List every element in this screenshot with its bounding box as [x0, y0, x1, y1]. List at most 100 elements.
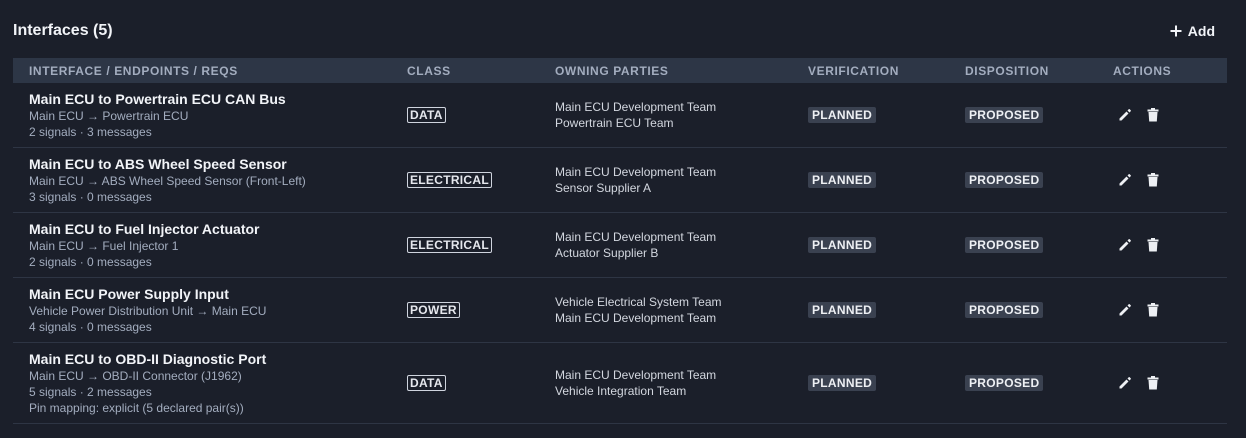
verification-badge: PLANNED	[808, 375, 877, 391]
add-button-label: Add	[1187, 23, 1215, 39]
verification-cell: PLANNED	[808, 171, 965, 189]
owning-party: Main ECU Development Team	[555, 100, 717, 114]
owners-cell: Main ECU Development Team Actuator Suppl…	[555, 229, 808, 261]
verification-badge: PLANNED	[808, 172, 877, 188]
owning-party: Actuator Supplier B	[555, 246, 659, 260]
disposition-badge: PROPOSED	[965, 172, 1044, 188]
plus-icon	[1170, 25, 1182, 37]
table-header: INTERFACE / ENDPOINTS / REQS CLASS OWNIN…	[13, 58, 1227, 83]
panel-title: Interfaces (5)	[13, 22, 113, 39]
interface-name: Main ECU to Fuel Injector Actuator	[29, 220, 260, 237]
disposition-cell: PROPOSED	[965, 374, 1113, 392]
edit-button[interactable]	[1117, 172, 1133, 188]
delete-button[interactable]	[1145, 302, 1161, 318]
interface-cell: Main ECU to OBD-II Diagnostic Port Main …	[13, 351, 407, 416]
owning-party: Main ECU Development Team	[555, 311, 717, 325]
verification-badge: PLANNED	[808, 107, 877, 123]
interface-endpoints: Main ECU → Fuel Injector 1	[29, 238, 179, 253]
interfaces-panel: Interfaces (5) Add INTERFACE / ENDPOINTS…	[0, 0, 1246, 438]
table-row: Main ECU Power Supply Input Vehicle Powe…	[13, 278, 1227, 343]
interface-name: Main ECU to Powertrain ECU CAN Bus	[29, 90, 286, 107]
trash-icon	[1147, 108, 1159, 122]
disposition-badge: PROPOSED	[965, 375, 1044, 391]
verification-cell: PLANNED	[808, 236, 965, 254]
pencil-icon	[1119, 377, 1131, 389]
panel-header: Interfaces (5) Add	[13, 20, 1222, 42]
pencil-icon	[1119, 239, 1131, 251]
delete-button[interactable]	[1145, 375, 1161, 391]
table-row: Main ECU to Fuel Injector Actuator Main …	[13, 213, 1227, 278]
verification-cell: PLANNED	[808, 301, 965, 319]
interface-endpoints: Vehicle Power Distribution Unit → Main E…	[29, 303, 267, 318]
delete-button[interactable]	[1145, 172, 1161, 188]
class-badge: ELECTRICAL	[407, 237, 492, 253]
verification-badge: PLANNED	[808, 302, 877, 318]
trash-icon	[1147, 173, 1159, 187]
add-interface-button[interactable]: Add	[1170, 23, 1215, 39]
disposition-cell: PROPOSED	[965, 236, 1113, 254]
trash-icon	[1147, 238, 1159, 252]
actions-cell	[1113, 237, 1227, 253]
owning-party: Powertrain ECU Team	[555, 116, 674, 130]
column-header-disposition: DISPOSITION	[965, 63, 1049, 78]
pencil-icon	[1119, 109, 1131, 121]
interface-counts: 3 signals · 0 messages	[29, 189, 152, 204]
class-badge: POWER	[407, 302, 460, 318]
verification-badge: PLANNED	[808, 237, 877, 253]
column-header-verification: VERIFICATION	[808, 63, 899, 78]
owning-party: Vehicle Electrical System Team	[555, 295, 722, 309]
delete-button[interactable]	[1145, 237, 1161, 253]
interfaces-table: INTERFACE / ENDPOINTS / REQS CLASS OWNIN…	[13, 58, 1227, 424]
class-badge: ELECTRICAL	[407, 172, 492, 188]
class-cell: ELECTRICAL	[407, 171, 555, 189]
table-row: Main ECU to Powertrain ECU CAN Bus Main …	[13, 83, 1227, 148]
table-row: Main ECU to ABS Wheel Speed Sensor Main …	[13, 148, 1227, 213]
owning-party: Main ECU Development Team	[555, 230, 717, 244]
delete-button[interactable]	[1145, 107, 1161, 123]
class-badge: DATA	[407, 107, 446, 123]
disposition-badge: PROPOSED	[965, 302, 1044, 318]
class-cell: DATA	[407, 374, 555, 392]
owners-cell: Main ECU Development Team Powertrain ECU…	[555, 99, 808, 131]
disposition-cell: PROPOSED	[965, 106, 1113, 124]
interface-cell: Main ECU to Fuel Injector Actuator Main …	[13, 221, 407, 270]
edit-button[interactable]	[1117, 302, 1133, 318]
interface-cell: Main ECU to Powertrain ECU CAN Bus Main …	[13, 91, 407, 140]
class-cell: ELECTRICAL	[407, 236, 555, 254]
interface-name: Main ECU to ABS Wheel Speed Sensor	[29, 155, 287, 172]
interface-endpoints: Main ECU → Powertrain ECU	[29, 108, 189, 123]
owning-party: Sensor Supplier A	[555, 181, 652, 195]
verification-cell: PLANNED	[808, 374, 965, 392]
edit-button[interactable]	[1117, 237, 1133, 253]
edit-button[interactable]	[1117, 375, 1133, 391]
owners-cell: Main ECU Development Team Vehicle Integr…	[555, 367, 808, 399]
disposition-cell: PROPOSED	[965, 301, 1113, 319]
verification-cell: PLANNED	[808, 106, 965, 124]
trash-icon	[1147, 376, 1159, 390]
interface-endpoints: Main ECU → ABS Wheel Speed Sensor (Front…	[29, 173, 306, 188]
actions-cell	[1113, 107, 1227, 123]
owners-cell: Vehicle Electrical System Team Main ECU …	[555, 294, 808, 326]
interface-counts: 2 signals · 0 messages	[29, 254, 152, 269]
owners-cell: Main ECU Development Team Sensor Supplie…	[555, 164, 808, 196]
interface-counts: 5 signals · 2 messages	[29, 384, 152, 399]
column-header-actions: ACTIONS	[1113, 63, 1172, 78]
interface-name: Main ECU to OBD-II Diagnostic Port	[29, 350, 267, 367]
column-header-owning-parties: OWNING PARTIES	[555, 63, 669, 78]
disposition-badge: PROPOSED	[965, 237, 1044, 253]
owning-party: Main ECU Development Team	[555, 165, 717, 179]
trash-icon	[1147, 303, 1159, 317]
edit-button[interactable]	[1117, 107, 1133, 123]
table-row: Main ECU to OBD-II Diagnostic Port Main …	[13, 343, 1227, 424]
class-badge: DATA	[407, 375, 446, 391]
owning-party: Vehicle Integration Team	[555, 384, 687, 398]
column-header-class: CLASS	[407, 63, 451, 78]
interface-name: Main ECU Power Supply Input	[29, 285, 229, 302]
interface-counts: 2 signals · 3 messages	[29, 124, 152, 139]
disposition-cell: PROPOSED	[965, 171, 1113, 189]
column-header-interface: INTERFACE / ENDPOINTS / REQS	[29, 63, 238, 78]
interface-pin-mapping: Pin mapping: explicit (5 declared pair(s…	[29, 400, 244, 415]
interface-cell: Main ECU Power Supply Input Vehicle Powe…	[13, 286, 407, 335]
class-cell: POWER	[407, 301, 555, 319]
actions-cell	[1113, 172, 1227, 188]
